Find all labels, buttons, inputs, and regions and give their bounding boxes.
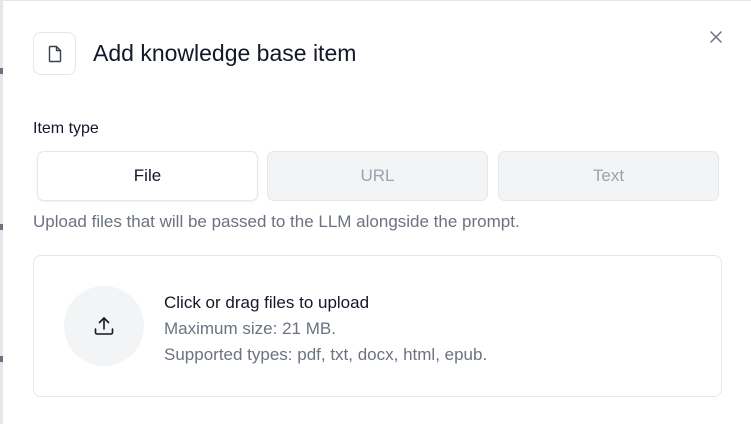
file-dropzone[interactable]: Click or drag files to upload Maximum si… <box>33 255 722 397</box>
close-button[interactable] <box>706 27 726 47</box>
page: Add knowledge base item Item type File U… <box>0 0 751 424</box>
upload-icon[interactable] <box>64 286 144 366</box>
item-type-label: Item type <box>33 120 99 137</box>
dropzone-max-size: Maximum size: 21 MB. <box>164 319 336 338</box>
tab-url[interactable]: URL <box>267 151 488 201</box>
tab-file[interactable]: File <box>37 151 258 201</box>
helper-text: Upload files that will be passed to the … <box>33 212 520 231</box>
close-icon[interactable] <box>709 30 723 44</box>
dialog-title: Add knowledge base item <box>93 40 357 66</box>
add-knowledge-item-dialog: Add knowledge base item Item type File U… <box>3 0 751 424</box>
dropzone-supported-types: Supported types: pdf, txt, docx, html, e… <box>164 345 488 364</box>
tab-text[interactable]: Text <box>498 151 719 201</box>
document-icon <box>33 32 76 75</box>
dropzone-title: Click or drag files to upload <box>164 293 370 312</box>
